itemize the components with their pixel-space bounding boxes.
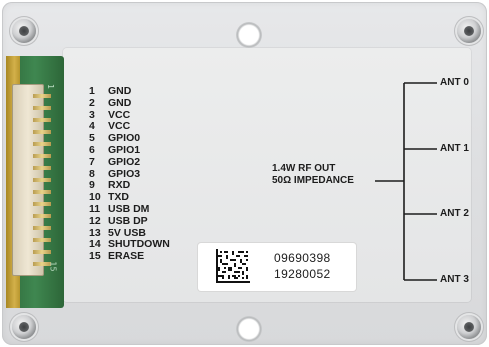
serial-number-2: 19280052 [274, 267, 331, 281]
antenna-label-3: ANT 3 [440, 274, 469, 285]
antenna-label-0: ANT 0 [440, 77, 469, 88]
serial-number-1: 09690398 [274, 251, 331, 265]
serial-sticker: 09690398 19280052 [198, 243, 356, 291]
antenna-label-1: ANT 1 [440, 143, 469, 154]
antenna-tree-lines [375, 82, 437, 281]
datamatrix-code [216, 249, 250, 283]
serial-numbers: 09690398 19280052 [274, 250, 331, 282]
antenna-label-2: ANT 2 [440, 208, 469, 219]
